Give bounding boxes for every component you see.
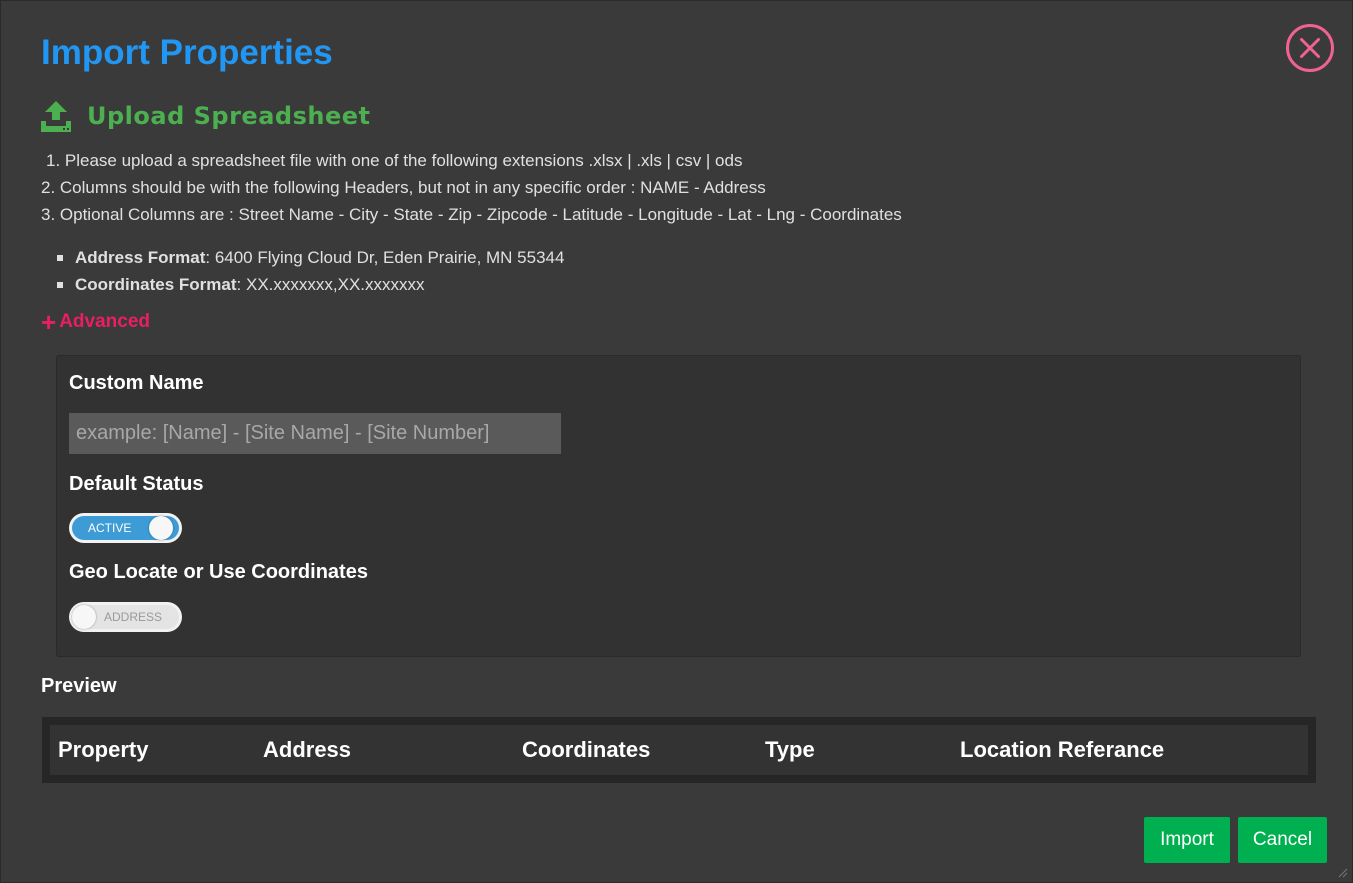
address-format-value: : 6400 Flying Cloud Dr, Eden Prairie, MN… — [205, 247, 565, 267]
toggle-knob — [72, 605, 96, 629]
advanced-label: Advanced — [59, 311, 150, 332]
upload-icon — [41, 101, 71, 132]
import-properties-modal: Import Properties Upload Spreadsheet 1. … — [0, 0, 1353, 883]
column-header-type: Type — [765, 737, 815, 762]
resize-grip-icon[interactable] — [1338, 868, 1348, 878]
upload-spreadsheet-label: Upload Spreadsheet — [87, 102, 371, 130]
coordinates-format-item: Coordinates Format : XX.xxxxxxx,XX.xxxxx… — [57, 271, 564, 298]
import-button[interactable]: Import — [1144, 817, 1230, 863]
plus-icon: + — [41, 307, 57, 337]
column-header-coordinates: Coordinates — [522, 737, 651, 762]
column-header-location-reference: Location Referance — [960, 737, 1165, 762]
close-button[interactable] — [1285, 23, 1335, 73]
custom-name-label: Custom Name — [69, 372, 204, 394]
default-status-label: Default Status — [69, 473, 204, 495]
coordinates-format-key: Coordinates Format — [75, 274, 237, 294]
preview-table: Property Address Coordinates Type Locati… — [42, 717, 1316, 783]
geo-locate-label: Geo Locate or Use Coordinates — [69, 561, 368, 583]
modal-title: Import Properties — [41, 33, 333, 72]
address-format-item: Address Format : 6400 Flying Cloud Dr, E… — [57, 244, 564, 271]
upload-spreadsheet-button[interactable]: Upload Spreadsheet — [41, 99, 370, 133]
advanced-toggle-link[interactable]: + Advanced — [41, 307, 150, 337]
bullet-icon — [57, 254, 63, 261]
toggle-knob — [149, 516, 173, 540]
instruction-item: 1. Please upload a spreadsheet file with… — [46, 151, 743, 170]
instruction-item: 3. Optional Columns are : Street Name - … — [41, 205, 902, 224]
instruction-item: 2. Columns should be with the following … — [41, 178, 766, 197]
column-header-property: Property — [58, 737, 149, 762]
address-format-key: Address Format — [75, 247, 206, 267]
preview-table-header: Property Address Coordinates Type Locati… — [50, 725, 1308, 775]
custom-name-input[interactable] — [69, 413, 561, 454]
default-status-toggle[interactable]: ACTIVE — [69, 513, 182, 543]
coordinates-format-value: : XX.xxxxxxx,XX.xxxxxxx — [236, 274, 425, 294]
column-header-address: Address — [263, 737, 352, 762]
advanced-panel: Custom Name Default Status ACTIVE Geo Lo… — [56, 355, 1301, 657]
close-circle-icon — [1286, 24, 1334, 72]
bullet-icon — [57, 281, 63, 288]
toggle-text: ADDRESS — [104, 610, 163, 624]
geo-locate-toggle[interactable]: ADDRESS — [69, 602, 182, 632]
toggle-text: ACTIVE — [88, 521, 132, 535]
formats-list: Address Format : 6400 Flying Cloud Dr, E… — [57, 244, 564, 298]
preview-label: Preview — [41, 675, 117, 697]
cancel-button[interactable]: Cancel — [1238, 817, 1327, 863]
instructions-list: 1. Please upload a spreadsheet file with… — [41, 149, 902, 230]
